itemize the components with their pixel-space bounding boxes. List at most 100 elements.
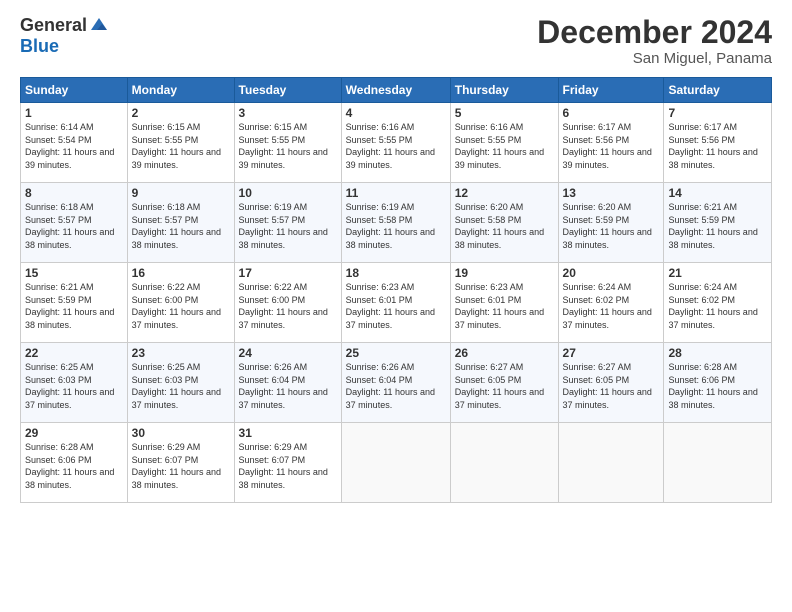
day-number: 7 <box>668 106 767 120</box>
day-number: 13 <box>563 186 660 200</box>
col-sunday: Sunday <box>21 78 128 103</box>
day-number: 21 <box>668 266 767 280</box>
calendar-week-row: 29Sunrise: 6:28 AMSunset: 6:06 PMDayligh… <box>21 423 772 503</box>
table-row: 25Sunrise: 6:26 AMSunset: 6:04 PMDayligh… <box>341 343 450 423</box>
table-row: 21Sunrise: 6:24 AMSunset: 6:02 PMDayligh… <box>664 263 772 343</box>
header: General Blue December 2024 San Miguel, P… <box>20 15 772 67</box>
day-number: 19 <box>455 266 554 280</box>
day-number: 27 <box>563 346 660 360</box>
table-row: 23Sunrise: 6:25 AMSunset: 6:03 PMDayligh… <box>127 343 234 423</box>
table-row: 9Sunrise: 6:18 AMSunset: 5:57 PMDaylight… <box>127 183 234 263</box>
calendar-header-row: Sunday Monday Tuesday Wednesday Thursday… <box>21 78 772 103</box>
day-number: 12 <box>455 186 554 200</box>
day-number: 20 <box>563 266 660 280</box>
day-info: Sunrise: 6:25 AMSunset: 6:03 PMDaylight:… <box>132 361 230 411</box>
day-info: Sunrise: 6:26 AMSunset: 6:04 PMDaylight:… <box>346 361 446 411</box>
table-row: 22Sunrise: 6:25 AMSunset: 6:03 PMDayligh… <box>21 343 128 423</box>
table-row: 14Sunrise: 6:21 AMSunset: 5:59 PMDayligh… <box>664 183 772 263</box>
calendar-week-row: 1Sunrise: 6:14 AMSunset: 5:54 PMDaylight… <box>21 103 772 183</box>
table-row: 16Sunrise: 6:22 AMSunset: 6:00 PMDayligh… <box>127 263 234 343</box>
table-row <box>558 423 664 503</box>
day-info: Sunrise: 6:21 AMSunset: 5:59 PMDaylight:… <box>25 281 123 331</box>
table-row: 2Sunrise: 6:15 AMSunset: 5:55 PMDaylight… <box>127 103 234 183</box>
day-info: Sunrise: 6:24 AMSunset: 6:02 PMDaylight:… <box>668 281 767 331</box>
logo-general: General <box>20 15 87 36</box>
table-row: 3Sunrise: 6:15 AMSunset: 5:55 PMDaylight… <box>234 103 341 183</box>
day-info: Sunrise: 6:16 AMSunset: 5:55 PMDaylight:… <box>455 121 554 171</box>
day-info: Sunrise: 6:20 AMSunset: 5:59 PMDaylight:… <box>563 201 660 251</box>
day-number: 3 <box>239 106 337 120</box>
day-number: 31 <box>239 426 337 440</box>
day-number: 22 <box>25 346 123 360</box>
calendar-week-row: 8Sunrise: 6:18 AMSunset: 5:57 PMDaylight… <box>21 183 772 263</box>
calendar-week-row: 15Sunrise: 6:21 AMSunset: 5:59 PMDayligh… <box>21 263 772 343</box>
table-row <box>341 423 450 503</box>
day-number: 2 <box>132 106 230 120</box>
location: San Miguel, Panama <box>537 50 772 67</box>
table-row: 29Sunrise: 6:28 AMSunset: 6:06 PMDayligh… <box>21 423 128 503</box>
table-row: 10Sunrise: 6:19 AMSunset: 5:57 PMDayligh… <box>234 183 341 263</box>
day-number: 16 <box>132 266 230 280</box>
table-row: 15Sunrise: 6:21 AMSunset: 5:59 PMDayligh… <box>21 263 128 343</box>
day-info: Sunrise: 6:16 AMSunset: 5:55 PMDaylight:… <box>346 121 446 171</box>
table-row: 28Sunrise: 6:28 AMSunset: 6:06 PMDayligh… <box>664 343 772 423</box>
day-info: Sunrise: 6:22 AMSunset: 6:00 PMDaylight:… <box>239 281 337 331</box>
table-row: 7Sunrise: 6:17 AMSunset: 5:56 PMDaylight… <box>664 103 772 183</box>
day-number: 10 <box>239 186 337 200</box>
table-row: 26Sunrise: 6:27 AMSunset: 6:05 PMDayligh… <box>450 343 558 423</box>
page: General Blue December 2024 San Miguel, P… <box>0 0 792 513</box>
col-wednesday: Wednesday <box>341 78 450 103</box>
month-title: December 2024 <box>537 15 772 50</box>
day-info: Sunrise: 6:23 AMSunset: 6:01 PMDaylight:… <box>455 281 554 331</box>
day-info: Sunrise: 6:29 AMSunset: 6:07 PMDaylight:… <box>132 441 230 491</box>
day-number: 9 <box>132 186 230 200</box>
day-number: 25 <box>346 346 446 360</box>
day-info: Sunrise: 6:28 AMSunset: 6:06 PMDaylight:… <box>25 441 123 491</box>
day-info: Sunrise: 6:28 AMSunset: 6:06 PMDaylight:… <box>668 361 767 411</box>
day-info: Sunrise: 6:27 AMSunset: 6:05 PMDaylight:… <box>455 361 554 411</box>
table-row <box>664 423 772 503</box>
col-friday: Friday <box>558 78 664 103</box>
calendar-table: Sunday Monday Tuesday Wednesday Thursday… <box>20 77 772 503</box>
title-area: December 2024 San Miguel, Panama <box>537 15 772 67</box>
day-number: 26 <box>455 346 554 360</box>
day-info: Sunrise: 6:24 AMSunset: 6:02 PMDaylight:… <box>563 281 660 331</box>
day-info: Sunrise: 6:14 AMSunset: 5:54 PMDaylight:… <box>25 121 123 171</box>
day-info: Sunrise: 6:15 AMSunset: 5:55 PMDaylight:… <box>132 121 230 171</box>
table-row: 17Sunrise: 6:22 AMSunset: 6:00 PMDayligh… <box>234 263 341 343</box>
table-row: 4Sunrise: 6:16 AMSunset: 5:55 PMDaylight… <box>341 103 450 183</box>
day-number: 4 <box>346 106 446 120</box>
day-info: Sunrise: 6:20 AMSunset: 5:58 PMDaylight:… <box>455 201 554 251</box>
table-row: 6Sunrise: 6:17 AMSunset: 5:56 PMDaylight… <box>558 103 664 183</box>
day-info: Sunrise: 6:29 AMSunset: 6:07 PMDaylight:… <box>239 441 337 491</box>
col-tuesday: Tuesday <box>234 78 341 103</box>
day-info: Sunrise: 6:19 AMSunset: 5:58 PMDaylight:… <box>346 201 446 251</box>
day-number: 14 <box>668 186 767 200</box>
day-number: 15 <box>25 266 123 280</box>
day-number: 17 <box>239 266 337 280</box>
day-info: Sunrise: 6:27 AMSunset: 6:05 PMDaylight:… <box>563 361 660 411</box>
day-info: Sunrise: 6:25 AMSunset: 6:03 PMDaylight:… <box>25 361 123 411</box>
table-row: 19Sunrise: 6:23 AMSunset: 6:01 PMDayligh… <box>450 263 558 343</box>
table-row: 18Sunrise: 6:23 AMSunset: 6:01 PMDayligh… <box>341 263 450 343</box>
logo-area: General Blue <box>20 15 109 57</box>
day-info: Sunrise: 6:22 AMSunset: 6:00 PMDaylight:… <box>132 281 230 331</box>
table-row <box>450 423 558 503</box>
day-number: 1 <box>25 106 123 120</box>
logo-blue: Blue <box>20 36 59 57</box>
day-info: Sunrise: 6:18 AMSunset: 5:57 PMDaylight:… <box>25 201 123 251</box>
day-info: Sunrise: 6:15 AMSunset: 5:55 PMDaylight:… <box>239 121 337 171</box>
day-number: 5 <box>455 106 554 120</box>
day-number: 24 <box>239 346 337 360</box>
day-number: 18 <box>346 266 446 280</box>
day-number: 11 <box>346 186 446 200</box>
table-row: 24Sunrise: 6:26 AMSunset: 6:04 PMDayligh… <box>234 343 341 423</box>
logo: General <box>20 15 109 36</box>
col-saturday: Saturday <box>664 78 772 103</box>
day-number: 30 <box>132 426 230 440</box>
table-row: 13Sunrise: 6:20 AMSunset: 5:59 PMDayligh… <box>558 183 664 263</box>
day-number: 29 <box>25 426 123 440</box>
col-thursday: Thursday <box>450 78 558 103</box>
calendar-week-row: 22Sunrise: 6:25 AMSunset: 6:03 PMDayligh… <box>21 343 772 423</box>
day-info: Sunrise: 6:23 AMSunset: 6:01 PMDaylight:… <box>346 281 446 331</box>
